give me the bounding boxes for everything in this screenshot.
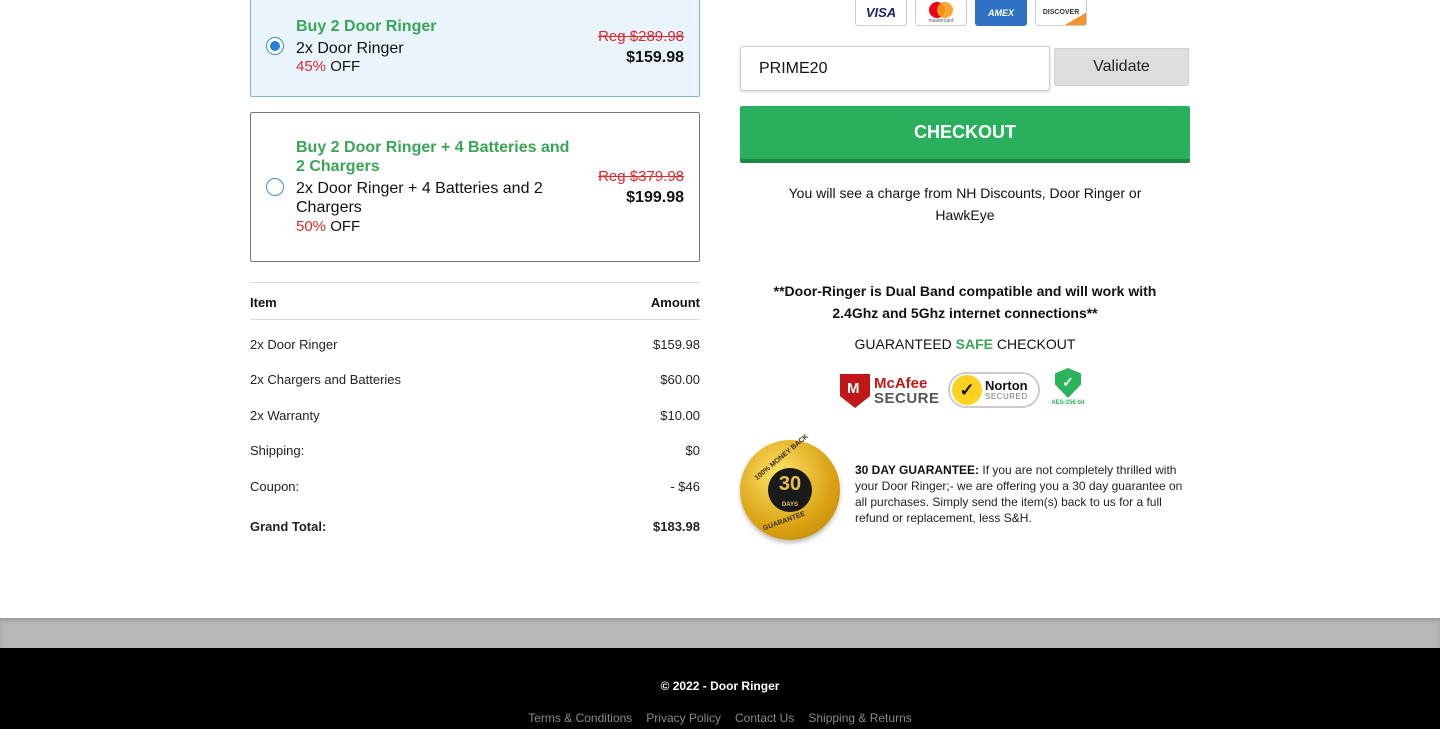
offer-1-radio[interactable] <box>266 37 284 55</box>
mastercard-icon: mastercard <box>915 0 967 26</box>
summary-row: 2x Warranty $10.00 <box>250 408 700 423</box>
grand-total-row: Grand Total: $183.98 <box>250 519 700 534</box>
shipping-returns-link[interactable]: Shipping & Returns <box>808 711 911 725</box>
offer-price: $159.98 <box>626 49 684 66</box>
charge-notice: You will see a charge from NH Discounts,… <box>788 185 1142 223</box>
row-amount: $10.00 <box>660 408 700 423</box>
safe-checkout-heading: GUARANTEED SAFE CHECKOUT <box>765 336 1165 352</box>
row-label: 2x Door Ringer <box>250 337 338 352</box>
seal-days-label: DAYS <box>781 502 799 508</box>
row-amount: $0 <box>685 443 700 458</box>
mastercard-label: mastercard <box>928 17 954 24</box>
safe-pre: GUARANTEED <box>854 336 956 352</box>
footer-divider-band <box>0 618 1440 648</box>
dual-band-notice: **Door-Ringer is Dual Band compatible an… <box>773 283 1157 321</box>
shield-check-icon: ✓ <box>1055 368 1081 398</box>
offer-title: Buy 2 Door Ringer <box>296 18 437 35</box>
discount-percent: 50% <box>296 218 327 235</box>
discover-icon: DISCOVER <box>1035 0 1087 26</box>
offer-discount: 50% OFF <box>296 218 360 235</box>
norton-secured-label: SECURED <box>985 392 1028 401</box>
discount-word: OFF <box>326 58 361 75</box>
guarantee-heading: 30 DAY GUARANTEE: <box>855 463 980 477</box>
amount-column-header: Amount <box>650 295 700 310</box>
contact-link[interactable]: Contact Us <box>735 711 794 725</box>
offer-subtitle: 2x Door Ringer + 4 Batteries and 2 Charg… <box>296 180 543 216</box>
summary-header: Item Amount <box>250 282 700 320</box>
offer-title: Buy 2 Door Ringer + 4 Batteries and 2 Ch… <box>296 139 570 175</box>
safe-post: CHECKOUT <box>993 336 1076 352</box>
aes-256-badge: ✓ AES-256 bit <box>1047 368 1089 412</box>
row-label: Shipping: <box>250 443 305 458</box>
row-label: Coupon: <box>250 479 300 494</box>
seal-number: 30 <box>778 473 802 495</box>
regular-price: Reg $379.98 <box>598 168 684 185</box>
row-label: 2x Chargers and Batteries <box>250 372 402 387</box>
mcafee-shield-icon <box>840 374 870 408</box>
mcafee-label: McAfee <box>874 375 928 392</box>
regular-price: Reg $289.98 <box>598 28 684 45</box>
row-label: 2x Warranty <box>250 408 320 423</box>
offer-discount: 45% OFF <box>296 58 360 75</box>
offer-price: $199.98 <box>626 189 684 206</box>
offer-card-1[interactable]: Buy 2 Door Ringer 2x Door Ringer 45% OFF… <box>250 0 700 97</box>
footer-links: Terms & Conditions Privacy Policy Contac… <box>0 711 1440 725</box>
row-amount: $60.00 <box>660 372 700 387</box>
grand-total-label: Grand Total: <box>250 519 327 534</box>
offer-card-2[interactable]: Buy 2 Door Ringer + 4 Batteries and 2 Ch… <box>250 112 700 262</box>
footer: © 2022 - Door Ringer Terms & Conditions … <box>0 648 1440 729</box>
summary-row: 2x Chargers and Batteries $60.00 <box>250 372 700 387</box>
checkout-button[interactable]: CHECKOUT <box>740 106 1190 163</box>
grand-total-amount: $183.98 <box>653 519 700 534</box>
summary-row: 2x Door Ringer $159.98 <box>250 337 700 352</box>
summary-row: Coupon: - $46 <box>250 479 700 494</box>
payment-cards: VISA mastercard AMEX DISCOVER <box>855 0 1087 26</box>
row-amount: $159.98 <box>653 337 700 352</box>
coupon-input[interactable] <box>740 46 1050 91</box>
norton-check-icon: ✓ <box>952 375 982 405</box>
mcafee-secure-label: SECURE <box>874 390 940 407</box>
discover-label: DISCOVER <box>1042 9 1080 16</box>
discount-percent: 45% <box>296 58 327 75</box>
row-amount: - $46 <box>670 479 700 494</box>
norton-secured-badge: ✓ Norton SECURED <box>948 372 1040 408</box>
mcafee-secure-badge: McAfeeSECURE <box>840 372 940 410</box>
discount-word: OFF <box>326 218 361 235</box>
aes-label: AES-256 bit <box>1051 400 1085 406</box>
amex-icon: AMEX <box>975 0 1027 26</box>
safe-highlight: SAFE <box>955 336 993 352</box>
seal-days: DAYS 30 <box>768 468 812 512</box>
norton-label: Norton <box>985 378 1028 393</box>
money-back-seal: DAYS 30 100% MONEY BACK GUARANTEE <box>740 433 840 546</box>
offer-2-radio[interactable] <box>266 178 284 196</box>
terms-link[interactable]: Terms & Conditions <box>528 711 632 725</box>
item-column-header: Item <box>250 295 277 310</box>
order-summary: Item Amount 2x Door Ringer $159.98 2x Ch… <box>250 282 700 534</box>
offer-subtitle: 2x Door Ringer <box>296 40 404 57</box>
privacy-link[interactable]: Privacy Policy <box>646 711 721 725</box>
guarantee-text: 30 DAY GUARANTEE: If you are not complet… <box>855 462 1185 526</box>
visa-icon: VISA <box>855 0 907 26</box>
copyright: © 2022 - Door Ringer <box>660 679 780 693</box>
summary-row: Shipping: $0 <box>250 443 700 458</box>
validate-button[interactable]: Validate <box>1054 48 1189 86</box>
